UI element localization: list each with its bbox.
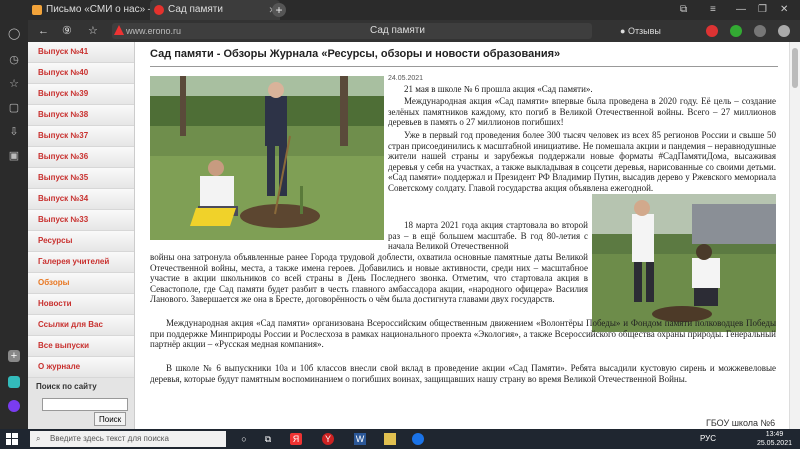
word-icon[interactable]: W xyxy=(354,433,366,445)
search-button[interactable]: Поиск xyxy=(94,412,127,426)
bookmarks-icon[interactable]: ⧉ xyxy=(680,0,687,20)
taskbar-search-placeholder: Введите здесь текст для поиска xyxy=(50,434,169,443)
nav-item-resources[interactable]: Ресурсы xyxy=(28,231,134,252)
nav-item-teachers-gallery[interactable]: Галерея учителей xyxy=(28,252,134,273)
paragraph-1: 21 мая в школе № 6 прошла акция «Сад пам… xyxy=(404,84,593,94)
extensions-menu-icon[interactable] xyxy=(754,25,766,37)
nav-item-issue-39[interactable]: Выпуск №39 xyxy=(28,84,134,105)
mail-icon xyxy=(32,5,42,15)
address-bar: ← ⑨ ☆ www.erono.ru Сад памяти ● Отзывы xyxy=(0,20,800,42)
taskbar-search[interactable]: ⌕ Введите здесь текст для поиска xyxy=(30,431,226,447)
nav-item-issue-34[interactable]: Выпуск №34 xyxy=(28,189,134,210)
search-icon: ⌕ xyxy=(36,434,41,443)
cortana-icon[interactable]: ○ xyxy=(238,433,250,445)
paragraph-4b: войны она затронула объявленные ранее Го… xyxy=(150,252,588,305)
paragraph-5: Международная акция «Сад памяти» организ… xyxy=(150,318,776,350)
nav-item-issue-38[interactable]: Выпуск №38 xyxy=(28,105,134,126)
nav-item-reviews[interactable]: Обзоры xyxy=(28,273,134,294)
add-icon[interactable]: + xyxy=(8,350,20,362)
language-indicator[interactable]: РУС xyxy=(700,434,716,443)
clock-time: 13:49 xyxy=(765,431,784,438)
telegram-icon[interactable] xyxy=(8,376,20,388)
clock-icon[interactable]: ◷ xyxy=(8,54,20,66)
reviews-label: Отзывы xyxy=(627,26,661,36)
chrome-icon[interactable] xyxy=(412,433,424,445)
clock-date: 25.05.2021 xyxy=(756,440,792,447)
planting-photo-1 xyxy=(150,76,384,240)
system-clock[interactable]: 13:49 25.05.2021 xyxy=(757,430,792,448)
yandex-icon xyxy=(154,5,164,15)
extension-icon[interactable] xyxy=(706,25,718,37)
reviews-button[interactable]: ● Отзывы xyxy=(620,23,661,39)
nav-item-about[interactable]: О журнале xyxy=(28,357,134,378)
alice-voice-icon[interactable] xyxy=(8,400,20,412)
tab-label: Сад памяти xyxy=(168,4,223,15)
nav-item-issue-33[interactable]: Выпуск №33 xyxy=(28,210,134,231)
star-icon[interactable]: ☆ xyxy=(88,23,98,39)
paragraph-3: Уже в первый год проведения более 300 ты… xyxy=(388,130,776,193)
page-title-display: Сад памяти xyxy=(370,25,425,36)
article: Сад памяти - Обзоры Журнала «Ресурсы, об… xyxy=(146,42,786,429)
web-page: Выпуск №41 Выпуск №40 Выпуск №39 Выпуск … xyxy=(28,42,800,429)
nav-item-issue-41[interactable]: Выпуск №41 xyxy=(28,42,134,63)
site-search: Поиск по сайту Поиск xyxy=(28,378,134,429)
nav-item-issue-35[interactable]: Выпуск №35 xyxy=(28,168,134,189)
url-text: www.erono.ru xyxy=(126,26,182,36)
alice-icon[interactable]: ◯ xyxy=(8,28,20,40)
yandex-protect-icon[interactable]: ⑨ xyxy=(62,23,72,39)
task-view-icon[interactable]: ⧉ xyxy=(262,433,274,445)
page-scrollbar[interactable] xyxy=(789,42,800,429)
downloads-icon[interactable] xyxy=(778,25,790,37)
minimize-icon[interactable]: — xyxy=(736,0,746,20)
nav-item-news[interactable]: Новости xyxy=(28,294,134,315)
taskbar: ⌕ Введите здесь текст для поиска ○ ⧉ Я Y… xyxy=(0,429,800,449)
notes-icon[interactable]: ▣ xyxy=(8,150,20,162)
paragraph-4a: 18 марта 2021 года акция стартовала во в… xyxy=(388,220,588,252)
article-date: 24.05.2021 xyxy=(388,75,424,82)
tab-mail[interactable]: Письмо «СМИ о нас» — ✕ xyxy=(28,0,162,20)
warning-icon xyxy=(114,25,124,35)
search-label: Поиск по сайту xyxy=(36,382,97,391)
tab-sad-pamyati[interactable]: Сад памяти ✕ xyxy=(150,0,280,20)
yandex-browser-icon[interactable]: Y xyxy=(322,433,334,445)
nav-item-all-issues[interactable]: Все выпуски xyxy=(28,336,134,357)
article-title: Сад памяти - Обзоры Журнала «Ресурсы, об… xyxy=(150,48,561,60)
site-navigation: Выпуск №41 Выпуск №40 Выпуск №39 Выпуск … xyxy=(28,42,135,429)
article-signature: ГБОУ школа №6 xyxy=(706,418,776,428)
nav-item-links[interactable]: Ссылки для Вас xyxy=(28,315,134,336)
explorer-icon[interactable] xyxy=(384,433,396,445)
paragraph-2: Международная акция «Сад памяти» впервые… xyxy=(388,96,776,128)
downloads-icon[interactable]: ⇩ xyxy=(8,126,20,138)
new-tab-button[interactable]: + xyxy=(272,3,286,17)
tab-label: Письмо «СМИ о нас» — xyxy=(46,4,158,15)
nav-item-issue-40[interactable]: Выпуск №40 xyxy=(28,63,134,84)
star-icon[interactable]: ☆ xyxy=(8,78,20,90)
back-icon[interactable]: ← xyxy=(38,23,49,39)
maximize-icon[interactable]: ❐ xyxy=(758,0,767,20)
menu-icon[interactable]: ≡ xyxy=(710,0,716,20)
download-icon[interactable] xyxy=(730,25,742,37)
url-field[interactable]: www.erono.ru xyxy=(112,23,592,39)
nav-item-issue-36[interactable]: Выпуск №36 xyxy=(28,147,134,168)
yandex-app-icon[interactable]: Я xyxy=(290,433,302,445)
browser-side-panel: ◯ ◷ ☆ ▢ ⇩ ▣ + xyxy=(0,20,28,429)
browser-tab-strip: Письмо «СМИ о нас» — ✕ Сад памяти ✕ + ⧉ … xyxy=(0,0,800,20)
windows-start-icon[interactable] xyxy=(6,433,18,445)
nav-item-issue-37[interactable]: Выпуск №37 xyxy=(28,126,134,147)
paragraph-6: В школе № 6 выпускники 10а и 10б классов… xyxy=(150,363,776,384)
search-input[interactable] xyxy=(42,398,128,411)
close-window-icon[interactable]: ✕ xyxy=(780,0,788,20)
collections-icon[interactable]: ▢ xyxy=(8,102,20,114)
scrollbar-thumb[interactable] xyxy=(792,48,798,88)
divider xyxy=(150,66,778,67)
planting-photo-2 xyxy=(592,194,776,332)
